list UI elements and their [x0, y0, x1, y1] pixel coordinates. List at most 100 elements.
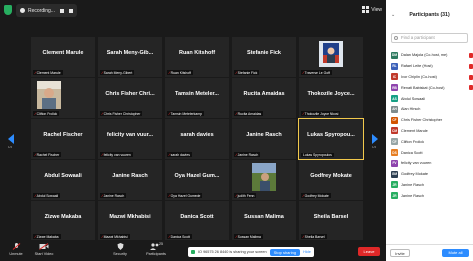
participant-tile[interactable]: Sarah Meny-Gib... ⁄ Sarah Meny-Gibert	[98, 37, 162, 77]
participant-name-label: ⁄ Janine Rasch	[234, 152, 261, 157]
microphone-muted-icon: ⁄	[169, 152, 170, 157]
invite-button[interactable]: Invite	[390, 249, 410, 257]
participant-tile[interactable]: Sheila Barsel ⁄ Sheila Barsel	[299, 201, 363, 241]
participant-tile[interactable]: Mazwi Mkhabisi ⁄ Mazwi Mkhabisi	[98, 201, 162, 241]
avatar: RB	[391, 84, 398, 92]
participant-list-item[interactable]: CM Clement Marule	[391, 126, 473, 137]
participant-label-text: Zizwe Makaba	[36, 234, 59, 239]
participant-tile[interactable]: ⁄ Traverse Le Goff	[299, 37, 363, 77]
participant-list-item[interactable]: RB Renati Babiskat (Co-host)	[391, 82, 473, 93]
participant-tile[interactable]: Lukas Spyropou... Lukas Spyropoulos	[298, 118, 364, 160]
avatar: FV	[391, 159, 398, 167]
microphone-muted-icon: ⁄	[169, 193, 170, 198]
shield-icon[interactable]	[4, 5, 12, 15]
recording-label: Recording...	[28, 7, 55, 14]
participants-button[interactable]: 25 Participants	[140, 242, 172, 256]
participant-tile[interactable]: Danica Scott ⁄ Danica Scott	[165, 201, 229, 241]
participant-name-label: ⁄ Thokozile Joyce Nkosi	[301, 111, 341, 116]
security-shield-icon	[117, 243, 123, 250]
previous-page-button[interactable]: 1/2	[8, 134, 15, 149]
participant-tile[interactable]: Ruan Kitshoff ⁄ Ruan Kitshoff	[165, 37, 229, 77]
security-button[interactable]: Security	[108, 243, 132, 256]
participant-label-text: Danica Scott	[170, 234, 190, 239]
microphone-muted-icon: ⁄	[169, 70, 170, 75]
unmute-button[interactable]: Unmute	[3, 243, 29, 256]
participant-tile[interactable]: Janine Rasch ⁄ Janine Rasch	[232, 119, 296, 159]
microphone-muted-icon: ⁄	[303, 234, 304, 239]
microphone-muted-icon: ⁄	[102, 234, 103, 239]
microphone-muted-icon	[469, 85, 473, 91]
participant-tile[interactable]: Clement Marule ⁄ Clement Marule	[31, 37, 95, 77]
participant-label-text: Traverse Le Goff	[304, 70, 330, 75]
participant-name-label: ⁄ Clifton Frolick	[33, 111, 60, 116]
participant-list-name: Clifton Frolick	[401, 139, 424, 144]
participant-tile[interactable]: Abdul Sowaali ⁄ Abdul Sowaali	[31, 160, 95, 200]
microphone-muted-icon: ⁄	[169, 111, 170, 116]
participant-list-item[interactable]: AH Alan Hirsch	[391, 104, 473, 115]
stop-recording-icon[interactable]	[68, 8, 73, 13]
participant-list-item[interactable]: RL Rafael Leite (Host)	[391, 61, 473, 72]
participant-tile[interactable]: felicity van vuur... ⁄ felicity van vuuren	[98, 119, 162, 159]
participant-label-text: Godfrey Mokate	[304, 193, 329, 198]
participant-display-name: Abdul Sowaali	[44, 173, 82, 179]
participant-tile[interactable]: ⁄ judith Fenn	[232, 160, 296, 200]
participant-display-name: Godfrey Mokate	[310, 173, 352, 179]
participant-name-label: ⁄ Traverse Le Goff	[301, 70, 332, 75]
participant-label-text: Lukas Spyropoulos	[303, 153, 332, 157]
mute-all-button[interactable]: Mute all	[442, 249, 469, 257]
arrow-right-icon	[372, 134, 378, 144]
participant-tile[interactable]: Rachel Fischer ⁄ Rachel Fischer	[31, 119, 95, 159]
microphone-muted-icon: ⁄	[102, 193, 103, 198]
participant-list-item[interactable]: CF Chris Fisher Christopher	[391, 115, 473, 126]
participant-list-item[interactable]: JR Janine Rasch	[391, 190, 473, 201]
arrow-left-icon	[8, 134, 14, 144]
participant-list-item[interactable]: CF Clifton Frolick	[391, 136, 473, 147]
participant-label-text: Janine Rasch	[103, 193, 125, 198]
participant-list-item[interactable]: GM Godfrey Mokate	[391, 169, 473, 180]
participant-list-item[interactable]: AS Abdul Sowaali	[391, 93, 473, 104]
next-page-button[interactable]: 1/2	[372, 134, 379, 149]
participant-list: DM Dalan Majola (Co-host, me) RL Rafael Lei…	[391, 50, 473, 201]
participant-list-name: Renati Babiskat (Co-host)	[401, 85, 445, 90]
participant-display-name: Danica Scott	[180, 214, 214, 220]
microphone-muted-icon: ⁄	[236, 70, 237, 75]
start-video-button[interactable]: Start Video	[30, 243, 58, 256]
participant-tile[interactable]: Rucita Amaidas ⁄ Rucita Amaidas	[232, 78, 296, 118]
participant-list-item[interactable]: DM Dalan Majola (Co-host, me)	[391, 50, 473, 61]
leave-button[interactable]: Leave	[358, 247, 380, 256]
participant-tile[interactable]: Sussan Malima ⁄ Sussan Malima	[232, 201, 296, 241]
participant-tile[interactable]: Stefanie Fick ⁄ Stefanie Fick	[232, 37, 296, 77]
microphone-muted-icon	[12, 243, 20, 250]
participant-list-item[interactable]: JR Janine Rasch	[391, 180, 473, 191]
participant-list-item[interactable]: FV felicity van vuuren	[391, 158, 473, 169]
participant-list-item[interactable]: IC Ivor Chiplin (Co-host)	[391, 72, 473, 83]
participant-tile[interactable]: Thokozile Joyce... ⁄ Thokozile Joyce Nkosi	[299, 78, 363, 118]
participant-tile[interactable]: Tamsin Meteler... ⁄ Tamsin Metelerkamp	[165, 78, 229, 118]
participant-tile[interactable]: Chris Fisher Chri... ⁄ Chris Fisher Christ…	[98, 78, 162, 118]
microphone-muted-icon	[469, 63, 473, 69]
participant-list-name: Alan Hirsch	[401, 107, 421, 112]
participant-tile[interactable]: Janine Rasch ⁄ Janine Rasch	[98, 160, 162, 200]
video-gallery: Recording... View Clement Marule ⁄ Clement…	[0, 0, 386, 260]
view-button[interactable]: View	[362, 6, 382, 13]
avatar: IC	[391, 73, 398, 81]
participant-tile[interactable]: Zizwe Makaba ⁄ Zizwe Makaba	[31, 201, 95, 241]
microphone-muted-icon: ⁄	[236, 111, 237, 116]
pause-recording-icon[interactable]	[59, 8, 64, 13]
participant-tile[interactable]: Godfrey Mokate ⁄ Godfrey Mokate	[299, 160, 363, 200]
start-video-label: Start Video	[34, 252, 54, 256]
microphone-muted-icon: ⁄	[236, 152, 237, 157]
share-status-icon	[191, 250, 195, 254]
participant-search-input[interactable]: Find a participant	[391, 33, 468, 43]
avatar: JR	[391, 181, 398, 189]
participants-panel-title: Participants (31)	[409, 12, 450, 18]
stop-sharing-button[interactable]: Stop sharing	[269, 248, 301, 256]
participant-display-name: Lukas Spyropou...	[307, 132, 355, 138]
participant-tile[interactable]: Oya Hazel Gum... ⁄ Oya Hazel Gumede	[165, 160, 229, 200]
hide-share-banner-link[interactable]: Hide	[303, 250, 311, 254]
participant-list-item[interactable]: DS Danica Scott	[391, 147, 473, 158]
participant-tile[interactable]: sarah davies ⁄ sarah davies	[165, 119, 229, 159]
avatar: GM	[391, 170, 398, 178]
participant-label-text: Rachel Fischer	[36, 152, 60, 157]
participant-tile[interactable]: ⁄ Clifton Frolick	[31, 78, 95, 118]
